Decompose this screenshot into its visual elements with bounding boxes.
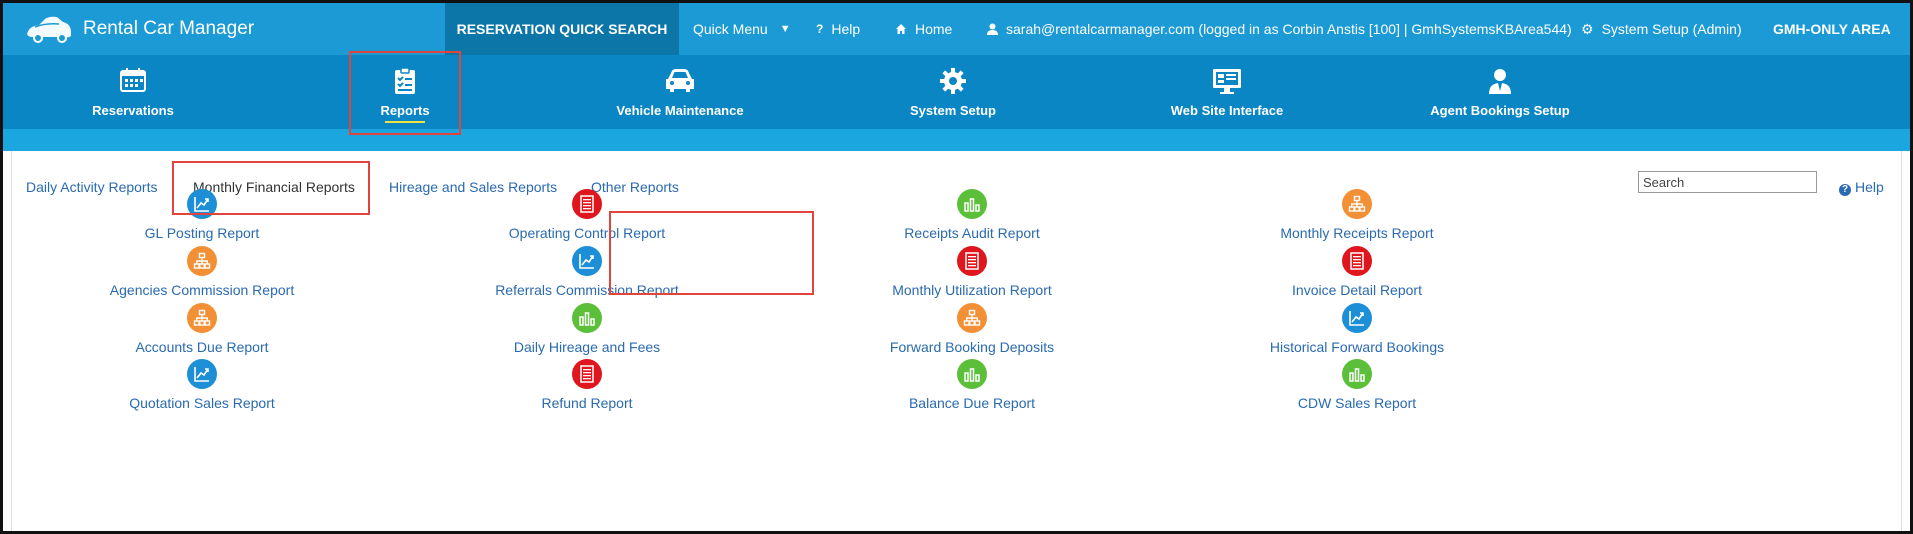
report-link-label[interactable]: Refund Report <box>437 395 737 411</box>
report-link-label[interactable]: GL Posting Report <box>52 225 352 241</box>
report-item[interactable]: Daily Hireage and Fees <box>437 303 737 355</box>
gear-icon <box>940 68 966 94</box>
nav-web-site-interface-label: Web Site Interface <box>1170 103 1284 118</box>
gmh-only-area-link[interactable]: GMH-ONLY AREA <box>1773 3 1891 55</box>
brand[interactable]: Rental Car Manager <box>25 11 254 47</box>
hierarchy-icon <box>957 303 987 333</box>
report-item[interactable]: Balance Due Report <box>822 359 1122 411</box>
nav-reservations[interactable]: Reservations <box>63 55 203 129</box>
nav-reservations-label: Reservations <box>92 103 174 118</box>
home-link[interactable]: Home <box>895 3 952 55</box>
report-item[interactable]: Monthly Utilization Report <box>822 246 1122 298</box>
hierarchy-icon <box>1342 189 1372 219</box>
monitor-icon <box>1213 69 1241 94</box>
report-link-label[interactable]: Balance Due Report <box>822 395 1122 411</box>
app-title: Rental Car Manager <box>83 18 255 39</box>
bar-chart-icon <box>957 189 987 219</box>
report-item[interactable]: Receipts Audit Report <box>822 189 1122 241</box>
highlight-box-monthly-financial-tab <box>172 161 370 215</box>
report-link-label[interactable]: Invoice Detail Report <box>1207 282 1507 298</box>
home-icon <box>896 24 906 34</box>
system-setup-admin-label: System Setup (Admin) <box>1601 21 1742 37</box>
car-icon <box>666 69 694 92</box>
quick-menu-label: Quick Menu <box>693 21 768 37</box>
report-link-label[interactable]: Historical Forward Bookings <box>1207 339 1507 355</box>
help-link-label: Help <box>1855 179 1884 195</box>
nav-accent-strip <box>3 129 1910 151</box>
bar-chart-icon <box>1342 359 1372 389</box>
main-nav: Reservations Reports Vehicle Maintenance <box>3 55 1910 129</box>
report-link-label[interactable]: CDW Sales Report <box>1207 395 1507 411</box>
report-item[interactable]: Agencies Commission Report <box>52 246 352 298</box>
bar-chart-icon <box>957 359 987 389</box>
user-label: sarah@rentalcarmanager.com (logged in as… <box>1006 21 1572 37</box>
chart-icon <box>187 359 217 389</box>
report-item[interactable]: Accounts Due Report <box>52 303 352 355</box>
nav-web-site-interface[interactable]: Web Site Interface <box>1147 55 1307 129</box>
highlight-box-operating-control-report <box>609 211 814 295</box>
nav-agent-bookings-setup[interactable]: Agent Bookings Setup <box>1410 55 1590 129</box>
help-link-panel[interactable]: ? Help <box>1839 179 1884 196</box>
top-bar: Rental Car Manager RESERVATION QUICK SEA… <box>3 3 1910 55</box>
car-logo-icon <box>27 16 71 43</box>
report-link-label[interactable]: Forward Booking Deposits <box>822 339 1122 355</box>
nav-system-setup[interactable]: System Setup <box>883 55 1023 129</box>
document-icon <box>1342 246 1372 276</box>
report-link-label[interactable]: Daily Hireage and Fees <box>437 339 737 355</box>
nav-system-setup-label: System Setup <box>910 103 996 118</box>
gear-small-icon: ⚙ <box>1581 20 1594 37</box>
report-link-label[interactable]: Quotation Sales Report <box>52 395 352 411</box>
highlight-box-reports <box>349 51 461 135</box>
report-item[interactable]: CDW Sales Report <box>1207 359 1507 411</box>
document-icon <box>957 246 987 276</box>
report-item[interactable]: Refund Report <box>437 359 737 411</box>
report-item[interactable]: Historical Forward Bookings <box>1207 303 1507 355</box>
app-frame: Rental Car Manager RESERVATION QUICK SEA… <box>0 0 1913 534</box>
report-link-label[interactable]: Accounts Due Report <box>52 339 352 355</box>
help-label: Help <box>831 21 861 37</box>
report-item[interactable]: Invoice Detail Report <box>1207 246 1507 298</box>
report-link-label[interactable]: Agencies Commission Report <box>52 282 352 298</box>
nav-agent-bookings-setup-label: Agent Bookings Setup <box>1430 103 1570 118</box>
report-link-label[interactable]: Receipts Audit Report <box>822 225 1122 241</box>
user-account-link[interactable]: sarah@rentalcarmanager.com (logged in as… <box>987 3 1572 55</box>
report-link-label[interactable]: Monthly Receipts Report <box>1207 225 1507 241</box>
agent-icon <box>1489 69 1511 94</box>
hierarchy-icon <box>187 303 217 333</box>
reservation-quick-search-button[interactable]: RESERVATION QUICK SEARCH <box>445 3 679 55</box>
report-link-label[interactable]: Monthly Utilization Report <box>822 282 1122 298</box>
quick-menu-dropdown[interactable]: Quick Menu ▼ <box>693 3 791 55</box>
question-icon: ? <box>816 22 824 36</box>
help-link[interactable]: ? Help <box>816 3 860 55</box>
report-item[interactable]: Quotation Sales Report <box>52 359 352 411</box>
bar-chart-icon <box>572 303 602 333</box>
user-icon <box>987 23 998 35</box>
system-setup-admin-link[interactable]: ⚙ System Setup (Admin) <box>1581 3 1742 55</box>
home-label: Home <box>915 21 953 37</box>
calendar-icon <box>120 68 146 92</box>
nav-vehicle-maintenance-label: Vehicle Maintenance <box>616 103 744 118</box>
nav-vehicle-maintenance[interactable]: Vehicle Maintenance <box>600 55 760 129</box>
help-circle-icon: ? <box>1839 184 1851 196</box>
hierarchy-icon <box>187 246 217 276</box>
chart-icon <box>1342 303 1372 333</box>
chart-icon <box>572 246 602 276</box>
caret-down-icon: ▼ <box>779 23 791 35</box>
report-item[interactable]: Monthly Receipts Report <box>1207 189 1507 241</box>
document-icon <box>572 189 602 219</box>
search-input[interactable] <box>1638 171 1817 193</box>
report-item[interactable]: Forward Booking Deposits <box>822 303 1122 355</box>
document-icon <box>572 359 602 389</box>
